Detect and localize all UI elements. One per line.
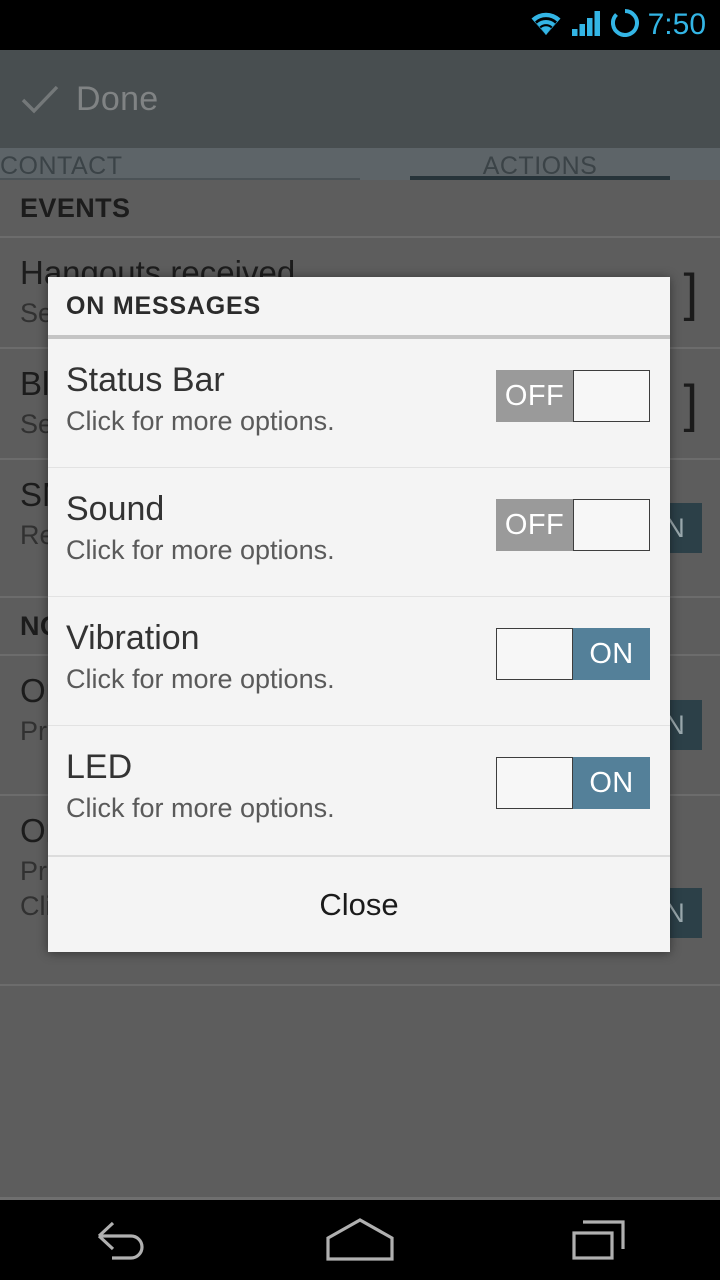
status-bar: 7:50 (0, 0, 720, 50)
home-icon[interactable] (295, 1200, 425, 1280)
toggle-track (496, 628, 573, 680)
toggle-thumb: OFF (496, 499, 573, 551)
tab-contact-label: CONTACT (0, 152, 123, 180)
tab-actions[interactable]: ACTIONS (360, 148, 720, 180)
status-bar-toggle[interactable]: OFF (496, 370, 650, 422)
back-icon[interactable] (55, 1200, 185, 1280)
recents-icon[interactable] (535, 1200, 665, 1280)
list-item-bracket: ] (683, 374, 698, 433)
navigation-bar (0, 1200, 720, 1280)
dialog-row-vibration[interactable]: Vibration Click for more options. ON (48, 597, 670, 726)
vibration-toggle[interactable]: ON (496, 628, 650, 680)
dialog-row-led[interactable]: LED Click for more options. ON (48, 726, 670, 855)
toggle-track (573, 499, 650, 551)
status-bar-clock: 7:50 (647, 8, 706, 41)
status-bar-icons (529, 8, 639, 42)
dialog-row-status-bar[interactable]: Status Bar Click for more options. OFF (48, 339, 670, 468)
list-item-bracket: ] (683, 263, 698, 322)
sound-toggle[interactable]: OFF (496, 499, 650, 551)
section-header-events: EVENTS (0, 180, 720, 238)
check-icon[interactable] (20, 79, 60, 119)
led-toggle[interactable]: ON (496, 757, 650, 809)
dialog-title-bar: ON MESSAGES (48, 277, 670, 335)
toggle-track (573, 370, 650, 422)
toggle-thumb: OFF (496, 370, 573, 422)
done-button-label[interactable]: Done (76, 80, 158, 119)
close-button[interactable]: Close (48, 857, 670, 952)
toggle-thumb: ON (573, 628, 650, 680)
action-bar: Done (0, 50, 720, 148)
android-screen: 7:50 Done CONTACT ACTIONS EVENTS Hangout… (0, 0, 720, 1280)
dialog-row-sound[interactable]: Sound Click for more options. OFF (48, 468, 670, 597)
toggle-track (496, 757, 573, 809)
tab-bar: CONTACT ACTIONS (0, 148, 720, 180)
dialog-body: Status Bar Click for more options. OFF S… (48, 339, 670, 855)
toggle-thumb: ON (573, 757, 650, 809)
wifi-icon (529, 10, 563, 41)
dialog-title: ON MESSAGES (66, 291, 261, 320)
on-messages-dialog: ON MESSAGES Status Bar Click for more op… (48, 277, 670, 952)
sync-icon (610, 8, 639, 42)
tab-contact[interactable]: CONTACT (0, 148, 360, 180)
signal-icon (571, 10, 602, 41)
